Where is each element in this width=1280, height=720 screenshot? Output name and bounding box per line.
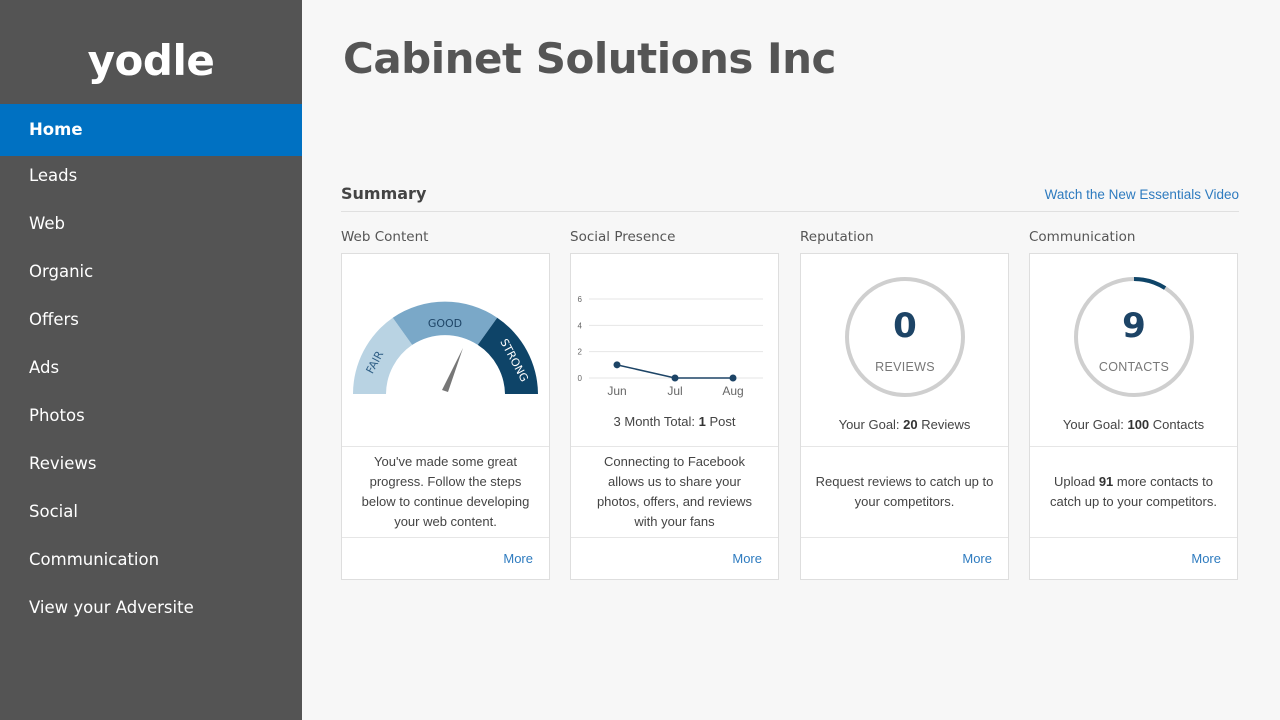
- sidebar-item-home[interactable]: Home: [0, 104, 302, 156]
- watch-video-link[interactable]: Watch the New Essentials Video: [1045, 187, 1239, 202]
- reviews-goal-value: 20: [903, 417, 918, 432]
- web-content-heading: Web Content: [341, 229, 429, 245]
- web-content-more-link[interactable]: More: [503, 551, 533, 566]
- reputation-heading: Reputation: [800, 229, 874, 245]
- sidebar-item-organic[interactable]: Organic: [0, 246, 302, 298]
- contacts-goal-prefix: Your Goal:: [1062, 417, 1124, 432]
- strength-gauge: FAIR GOOD STRONG: [353, 301, 538, 394]
- page-title: Cabinet Solutions Inc: [343, 34, 836, 83]
- y-tick-label: 2: [578, 348, 583, 357]
- reviews-count-label: REVIEWS: [875, 360, 935, 374]
- sidebar-item-offers[interactable]: Offers: [0, 294, 302, 346]
- social-presence-footer: More: [571, 537, 778, 579]
- y-tick-label: 4: [578, 321, 583, 330]
- reviews-goal-suffix: Reviews: [921, 417, 971, 432]
- social-presence-chart-area: 0 2 4 6 Jun Jul Aug 3 Month Total: 1 Post: [571, 254, 778, 446]
- reviews-goal-prefix: Your Goal:: [838, 417, 900, 432]
- social-presence-description: Connecting to Facebook allows us to shar…: [571, 446, 778, 537]
- data-point: [671, 374, 679, 382]
- x-tick-label: Jul: [667, 384, 682, 398]
- reviews-count: 0: [893, 306, 917, 346]
- sidebar-item-social[interactable]: Social: [0, 486, 302, 538]
- social-posts-line-chart: 0 2 4 6 Jun Jul Aug: [578, 295, 763, 398]
- communication-card: 9 CONTACTS Your Goal: 100 Contacts Uploa…: [1029, 253, 1238, 580]
- reviews-progress-ring: 0 REVIEWS: [844, 276, 966, 398]
- communication-desc-value: 91: [1098, 474, 1114, 489]
- reputation-description: Request reviews to catch up to your comp…: [801, 446, 1008, 537]
- communication-desc-prefix: Upload: [1053, 474, 1096, 489]
- social-total-text: 3 Month Total: 1 Post: [571, 414, 778, 429]
- yodle-logo[interactable]: yodle: [0, 0, 302, 104]
- social-total-prefix: 3 Month Total:: [613, 414, 695, 429]
- reviews-goal: Your Goal: 20 Reviews: [801, 417, 1008, 432]
- contacts-goal-suffix: Contacts: [1152, 417, 1205, 432]
- main-content: Cabinet Solutions Inc Summary Watch the …: [302, 0, 1280, 720]
- social-total-suffix: Post: [709, 414, 736, 429]
- sidebar-item-communication[interactable]: Communication: [0, 534, 302, 586]
- x-tick-label: Jun: [607, 384, 626, 398]
- sidebar-item-reviews[interactable]: Reviews: [0, 438, 302, 490]
- data-point: [613, 361, 621, 369]
- gauge-good-label: GOOD: [428, 317, 462, 330]
- web-content-footer: More: [342, 537, 549, 579]
- reputation-more-link[interactable]: More: [962, 551, 992, 566]
- social-presence-card: 0 2 4 6 Jun Jul Aug 3 Month Total: 1 Post Conn…: [570, 253, 779, 580]
- contacts-count: 9: [1122, 306, 1146, 346]
- sidebar-item-leads[interactable]: Leads: [0, 150, 302, 202]
- social-presence-more-link[interactable]: More: [732, 551, 762, 566]
- communication-heading: Communication: [1029, 229, 1136, 245]
- x-tick-label: Aug: [722, 384, 743, 398]
- web-content-card: FAIR GOOD STRONG You've made some great …: [341, 253, 550, 580]
- data-point: [729, 374, 737, 382]
- gauge-needle: [442, 348, 463, 392]
- sidebar: yodle Home Leads Web Organic Offers Ads …: [0, 0, 302, 720]
- communication-more-link[interactable]: More: [1191, 551, 1221, 566]
- social-presence-heading: Social Presence: [570, 229, 676, 245]
- contacts-goal: Your Goal: 100 Contacts: [1030, 417, 1237, 432]
- web-content-description: You've made some great progress. Follow …: [342, 446, 549, 537]
- y-tick-label: 6: [578, 295, 583, 304]
- communication-footer: More: [1030, 537, 1237, 579]
- contacts-progress-ring: 9 CONTACTS: [1073, 276, 1195, 398]
- summary-divider: [341, 211, 1239, 212]
- contacts-count-label: CONTACTS: [1098, 360, 1170, 374]
- social-total-value: 1: [698, 414, 706, 429]
- sidebar-item-web[interactable]: Web: [0, 198, 302, 250]
- y-tick-label: 0: [578, 374, 583, 383]
- communication-description: Upload 91 more contacts to catch up to y…: [1030, 446, 1237, 537]
- contacts-goal-value: 100: [1127, 417, 1150, 432]
- reputation-footer: More: [801, 537, 1008, 579]
- sidebar-item-view-adversite[interactable]: View your Adversite: [0, 582, 302, 634]
- sidebar-item-photos[interactable]: Photos: [0, 390, 302, 442]
- summary-heading: Summary: [341, 184, 427, 203]
- sidebar-item-ads[interactable]: Ads: [0, 342, 302, 394]
- communication-ring-area: 9 CONTACTS Your Goal: 100 Contacts: [1030, 254, 1237, 446]
- reputation-card: 0 REVIEWS Your Goal: 20 Reviews Request …: [800, 253, 1009, 580]
- web-content-gauge-area: FAIR GOOD STRONG: [342, 254, 549, 446]
- reputation-ring-area: 0 REVIEWS Your Goal: 20 Reviews: [801, 254, 1008, 446]
